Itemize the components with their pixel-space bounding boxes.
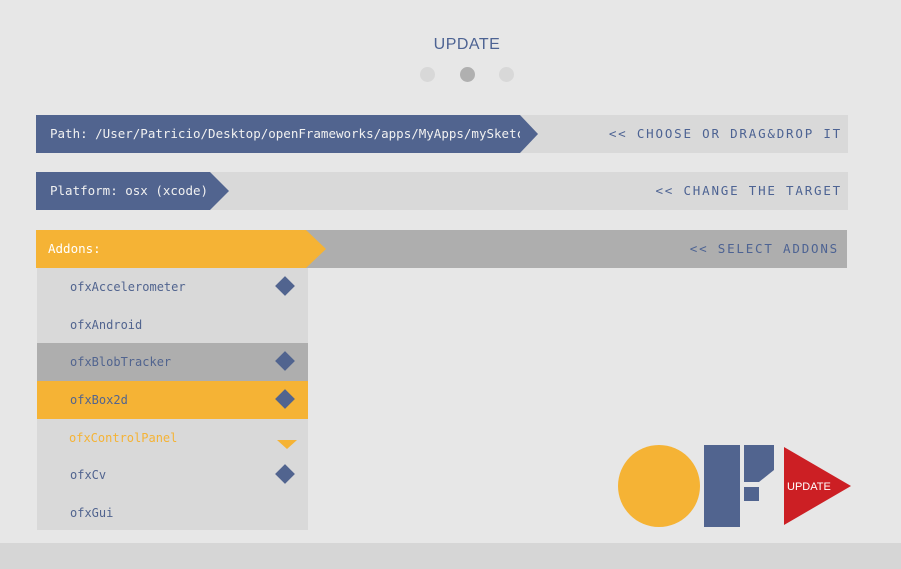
triangle-down-icon bbox=[277, 440, 297, 449]
platform-bar[interactable]: Platform: osx (xcode) << CHANGE THE TARG… bbox=[36, 172, 848, 210]
addon-label: ofxBox2d bbox=[70, 393, 128, 407]
addon-label: ofxControlPanel bbox=[69, 431, 178, 445]
addon-label: ofxAndroid bbox=[70, 318, 143, 332]
addon-label: ofxAccelerometer bbox=[70, 280, 186, 294]
addon-label: ofxCv bbox=[70, 468, 107, 482]
update-button-label: UPDATE bbox=[787, 481, 831, 493]
addons-flag: Addons: bbox=[36, 230, 306, 268]
addon-item-ofxandroid[interactable]: ofxAndroid bbox=[37, 306, 308, 344]
select-addons-button[interactable]: << SELECT ADDONS bbox=[690, 230, 839, 268]
addons-flag-arrow bbox=[306, 230, 326, 268]
of-logo-f bbox=[704, 445, 774, 527]
path-flag: Path: /User/Patricio/Desktop/openFramewo… bbox=[36, 115, 532, 153]
addon-item-ofxcv[interactable]: ofxCv bbox=[37, 456, 308, 494]
addon-item-ofxblobtracker[interactable]: ofxBlobTracker bbox=[37, 343, 308, 381]
addon-label: ofxGui bbox=[70, 506, 114, 520]
platform-flag-arrow bbox=[210, 172, 229, 210]
addon-item-ofxcontrolpanel[interactable]: ofxControlPanel bbox=[37, 419, 308, 457]
addons-bar[interactable]: Addons: << SELECT ADDONS bbox=[36, 230, 847, 268]
platform-flag: Platform: osx (xcode) bbox=[36, 172, 210, 210]
selected-diamond-icon bbox=[275, 389, 295, 409]
addon-item-ofxbox2d[interactable]: ofxBox2d bbox=[37, 381, 308, 419]
update-button[interactable]: UPDATE bbox=[784, 447, 852, 525]
step-indicator-3 bbox=[499, 67, 514, 82]
addon-label: ofxBlobTracker bbox=[70, 355, 172, 369]
path-bar[interactable]: Path: /User/Patricio/Desktop/openFramewo… bbox=[36, 115, 848, 153]
selected-diamond-icon bbox=[275, 464, 295, 484]
step-indicator-2 bbox=[460, 67, 475, 82]
selected-diamond-icon bbox=[275, 351, 295, 371]
addons-list: ofxAccelerometer ofxAndroid ofxBlobTrack… bbox=[37, 268, 308, 530]
addon-item-ofxgui[interactable]: ofxGui bbox=[37, 494, 308, 532]
step-indicator-1 bbox=[420, 67, 435, 82]
selected-diamond-icon bbox=[275, 276, 295, 296]
app-window: UPDATE Path: /User/Patricio/Desktop/open… bbox=[0, 0, 901, 569]
choose-path-button[interactable]: << CHOOSE OR DRAG&DROP IT bbox=[609, 115, 842, 153]
of-logo-circle bbox=[618, 445, 700, 527]
status-footer bbox=[0, 543, 901, 569]
change-target-button[interactable]: << CHANGE THE TARGET bbox=[655, 172, 842, 210]
addon-item-ofxaccelerometer[interactable]: ofxAccelerometer bbox=[37, 268, 308, 306]
page-title: UPDATE bbox=[433, 36, 501, 53]
path-flag-arrow bbox=[520, 115, 538, 153]
